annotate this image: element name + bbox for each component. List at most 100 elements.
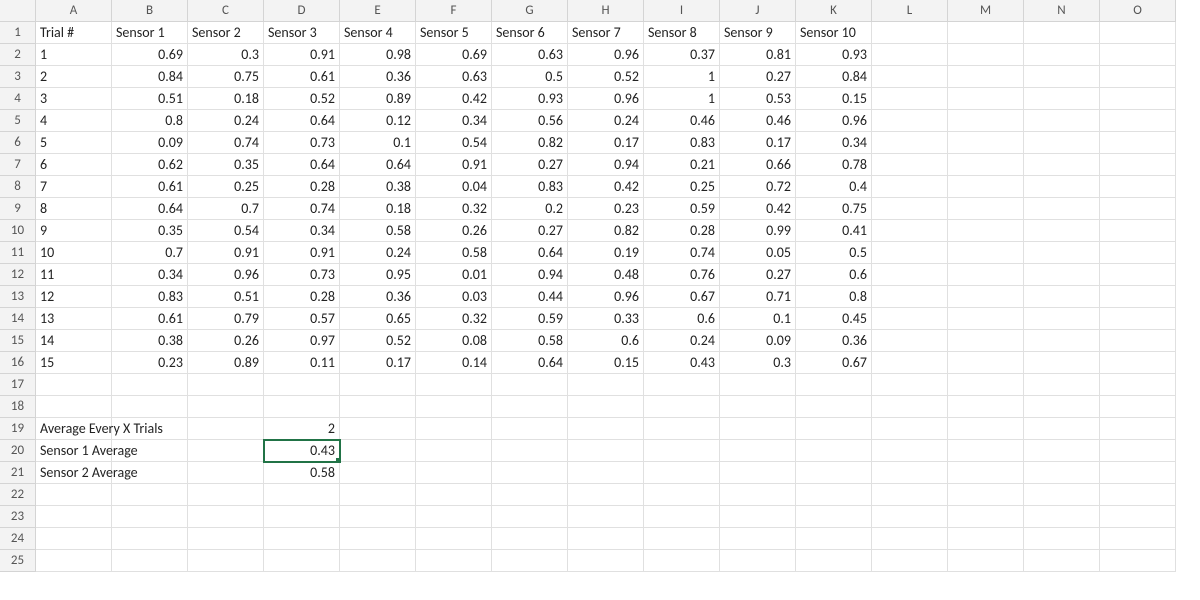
cell-D13[interactable]: 0.28 <box>264 286 340 308</box>
cell-D11[interactable]: 0.91 <box>264 242 340 264</box>
cell-E7[interactable]: 0.64 <box>340 154 416 176</box>
cell-L22[interactable] <box>872 484 948 506</box>
cell-A8[interactable]: 7 <box>36 176 112 198</box>
cell-D25[interactable] <box>264 550 340 572</box>
cell-F14[interactable]: 0.32 <box>416 308 492 330</box>
cell-I18[interactable] <box>644 396 720 418</box>
cell-A7[interactable]: 6 <box>36 154 112 176</box>
cell-H2[interactable]: 0.96 <box>568 44 644 66</box>
cell-L17[interactable] <box>872 374 948 396</box>
cell-F12[interactable]: 0.01 <box>416 264 492 286</box>
cell-F24[interactable] <box>416 528 492 550</box>
cell-I11[interactable]: 0.74 <box>644 242 720 264</box>
cell-J22[interactable] <box>720 484 796 506</box>
cell-K25[interactable] <box>796 550 872 572</box>
cell-E1[interactable]: Sensor 4 <box>340 22 416 44</box>
row-header-18[interactable]: 18 <box>0 396 36 418</box>
cell-C19[interactable] <box>188 418 264 440</box>
cell-I19[interactable] <box>644 418 720 440</box>
cell-G6[interactable]: 0.82 <box>492 132 568 154</box>
cell-C10[interactable]: 0.54 <box>188 220 264 242</box>
cell-B9[interactable]: 0.64 <box>112 198 188 220</box>
cell-G1[interactable]: Sensor 6 <box>492 22 568 44</box>
cell-N12[interactable] <box>1024 264 1100 286</box>
cell-C18[interactable] <box>188 396 264 418</box>
cell-B2[interactable]: 0.69 <box>112 44 188 66</box>
cell-L20[interactable] <box>872 440 948 462</box>
cell-F25[interactable] <box>416 550 492 572</box>
cell-F2[interactable]: 0.69 <box>416 44 492 66</box>
cell-E2[interactable]: 0.98 <box>340 44 416 66</box>
cell-G21[interactable] <box>492 462 568 484</box>
cell-C6[interactable]: 0.74 <box>188 132 264 154</box>
cell-N25[interactable] <box>1024 550 1100 572</box>
cell-D18[interactable] <box>264 396 340 418</box>
cell-C13[interactable]: 0.51 <box>188 286 264 308</box>
cell-E18[interactable] <box>340 396 416 418</box>
cell-A1[interactable]: Trial # <box>36 22 112 44</box>
cell-D14[interactable]: 0.57 <box>264 308 340 330</box>
cell-E12[interactable]: 0.95 <box>340 264 416 286</box>
cell-D4[interactable]: 0.52 <box>264 88 340 110</box>
cell-B15[interactable]: 0.38 <box>112 330 188 352</box>
cell-A4[interactable]: 3 <box>36 88 112 110</box>
cell-F18[interactable] <box>416 396 492 418</box>
cell-D22[interactable] <box>264 484 340 506</box>
cell-M7[interactable] <box>948 154 1024 176</box>
cell-E10[interactable]: 0.58 <box>340 220 416 242</box>
row-header-11[interactable]: 11 <box>0 242 36 264</box>
cell-L11[interactable] <box>872 242 948 264</box>
cell-I25[interactable] <box>644 550 720 572</box>
cell-C21[interactable] <box>188 462 264 484</box>
cell-K20[interactable] <box>796 440 872 462</box>
cell-L10[interactable] <box>872 220 948 242</box>
cell-J1[interactable]: Sensor 9 <box>720 22 796 44</box>
cell-L2[interactable] <box>872 44 948 66</box>
cell-O17[interactable] <box>1100 374 1176 396</box>
column-header-N[interactable]: N <box>1024 0 1100 22</box>
cell-B6[interactable]: 0.09 <box>112 132 188 154</box>
cell-A17[interactable] <box>36 374 112 396</box>
cell-C7[interactable]: 0.35 <box>188 154 264 176</box>
column-header-D[interactable]: D <box>264 0 340 22</box>
select-all-corner[interactable] <box>0 0 36 22</box>
cell-J23[interactable] <box>720 506 796 528</box>
cell-K19[interactable] <box>796 418 872 440</box>
cell-J9[interactable]: 0.42 <box>720 198 796 220</box>
row-header-22[interactable]: 22 <box>0 484 36 506</box>
cell-N6[interactable] <box>1024 132 1100 154</box>
cell-C9[interactable]: 0.7 <box>188 198 264 220</box>
cell-G22[interactable] <box>492 484 568 506</box>
cell-C5[interactable]: 0.24 <box>188 110 264 132</box>
cell-H18[interactable] <box>568 396 644 418</box>
row-header-21[interactable]: 21 <box>0 462 36 484</box>
cell-F17[interactable] <box>416 374 492 396</box>
cell-D12[interactable]: 0.73 <box>264 264 340 286</box>
cell-E5[interactable]: 0.12 <box>340 110 416 132</box>
cell-K23[interactable] <box>796 506 872 528</box>
cell-B22[interactable] <box>112 484 188 506</box>
cell-C23[interactable] <box>188 506 264 528</box>
cell-H7[interactable]: 0.94 <box>568 154 644 176</box>
cell-I13[interactable]: 0.67 <box>644 286 720 308</box>
cell-G17[interactable] <box>492 374 568 396</box>
cell-G5[interactable]: 0.56 <box>492 110 568 132</box>
cell-J11[interactable]: 0.05 <box>720 242 796 264</box>
cell-L23[interactable] <box>872 506 948 528</box>
cell-L21[interactable] <box>872 462 948 484</box>
cell-H17[interactable] <box>568 374 644 396</box>
cell-J12[interactable]: 0.27 <box>720 264 796 286</box>
cell-H22[interactable] <box>568 484 644 506</box>
cell-E15[interactable]: 0.52 <box>340 330 416 352</box>
cell-J20[interactable] <box>720 440 796 462</box>
cell-G2[interactable]: 0.63 <box>492 44 568 66</box>
cell-J15[interactable]: 0.09 <box>720 330 796 352</box>
cell-F23[interactable] <box>416 506 492 528</box>
cell-K14[interactable]: 0.45 <box>796 308 872 330</box>
cell-L15[interactable] <box>872 330 948 352</box>
cell-A14[interactable]: 13 <box>36 308 112 330</box>
cell-A23[interactable] <box>36 506 112 528</box>
cell-O8[interactable] <box>1100 176 1176 198</box>
cell-E4[interactable]: 0.89 <box>340 88 416 110</box>
cell-L12[interactable] <box>872 264 948 286</box>
